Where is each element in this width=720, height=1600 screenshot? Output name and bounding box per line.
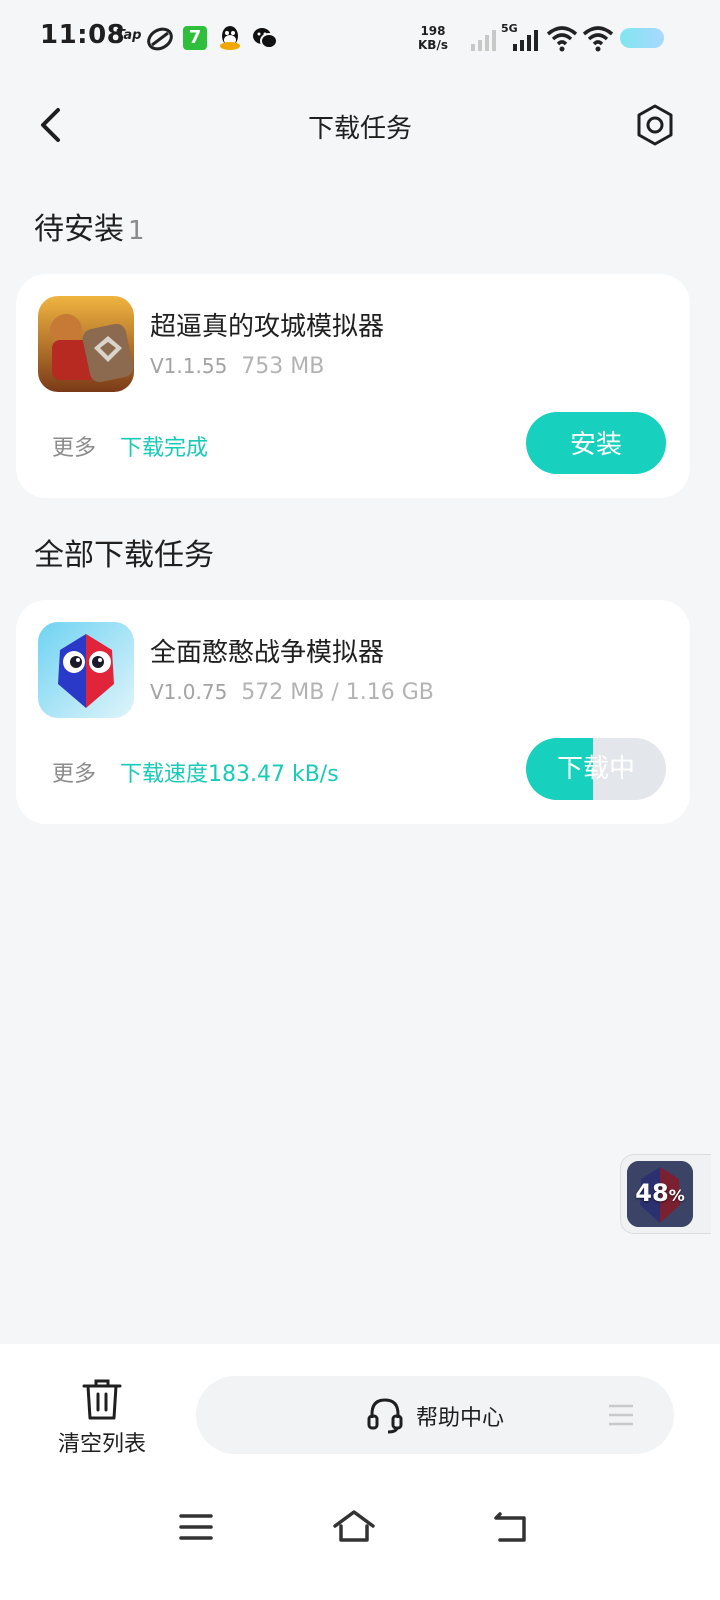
- qq-icon: [220, 26, 240, 50]
- downloading-button[interactable]: 下载中: [526, 738, 666, 800]
- recent-apps-icon[interactable]: [178, 1512, 214, 1542]
- signal-sim1-icon: [471, 30, 496, 51]
- menu-lines-icon: [609, 1404, 633, 1426]
- battery-icon: [620, 28, 664, 48]
- help-center-button[interactable]: 帮助中心: [196, 1376, 674, 1454]
- back-nav-icon[interactable]: [492, 1510, 530, 1544]
- app-name: 超逼真的攻城模拟器: [150, 312, 385, 342]
- wifi-icon: [582, 26, 614, 52]
- floating-progress-percent: 48%: [635, 1179, 685, 1207]
- pending-section-title: 待安装 1: [34, 212, 145, 247]
- war-simulator-app-icon[interactable]: [38, 622, 134, 718]
- pending-download-card: 超逼真的攻城模拟器 V1.1.55 753 MB 更多 下载完成 安装: [16, 274, 690, 498]
- status-time: 11:08: [40, 20, 126, 50]
- headset-icon: [367, 1398, 403, 1434]
- app-name: 全面憨憨战争模拟器: [150, 638, 385, 668]
- download-progress-size: 572 MB / 1.16 GB: [241, 680, 434, 705]
- settings-hexagon-icon: [637, 104, 673, 146]
- clear-list-label: 清空列表: [57, 1432, 146, 1457]
- page-title: 下载任务: [307, 114, 412, 144]
- network-speed: 198 KB/s: [418, 24, 448, 52]
- download-status: 下载完成: [120, 436, 209, 461]
- more-button[interactable]: 更多: [52, 756, 96, 788]
- install-button[interactable]: 安装: [526, 412, 666, 474]
- trash-icon: [82, 1379, 122, 1420]
- seven-app-icon: 7: [183, 26, 207, 50]
- help-center-label: 帮助中心: [416, 1406, 505, 1431]
- app-version: V1.0.75: [150, 680, 228, 704]
- signal-sim2-icon: [513, 30, 538, 51]
- bottom-action-bar: 清空列表 帮助中心: [0, 1344, 720, 1474]
- downloading-label: 下载中: [556, 754, 635, 784]
- app-notification-icon: [147, 27, 173, 51]
- pending-count: 1: [128, 216, 145, 246]
- clear-list-button[interactable]: 清空列表: [50, 1374, 154, 1464]
- floating-download-bubble[interactable]: 48%: [620, 1154, 711, 1234]
- all-tasks-section-title: 全部下载任务: [34, 538, 214, 573]
- system-navigation-bar: [0, 1474, 720, 1600]
- more-button[interactable]: 更多: [52, 430, 96, 462]
- download-speed: 下载速度183.47 kB/s: [120, 762, 339, 787]
- home-icon[interactable]: [332, 1508, 376, 1544]
- app-version: V1.1.55: [150, 354, 228, 378]
- status-bar: 11:08 Tap 7 198 KB/s 5G: [0, 0, 720, 80]
- wifi-plus-icon: [546, 26, 578, 52]
- app-size: 753 MB: [241, 354, 325, 379]
- wechat-icon: [253, 28, 278, 49]
- taptap-notification-icon: Tap: [116, 28, 142, 43]
- active-download-card: 全面憨憨战争模拟器 V1.0.75 572 MB / 1.16 GB 更多 下载速…: [16, 600, 690, 824]
- settings-button[interactable]: [632, 102, 678, 148]
- app-meta: V1.1.55 753 MB: [150, 354, 324, 379]
- app-meta: V1.0.75 572 MB / 1.16 GB: [150, 680, 434, 705]
- siege-simulator-app-icon[interactable]: [38, 296, 134, 392]
